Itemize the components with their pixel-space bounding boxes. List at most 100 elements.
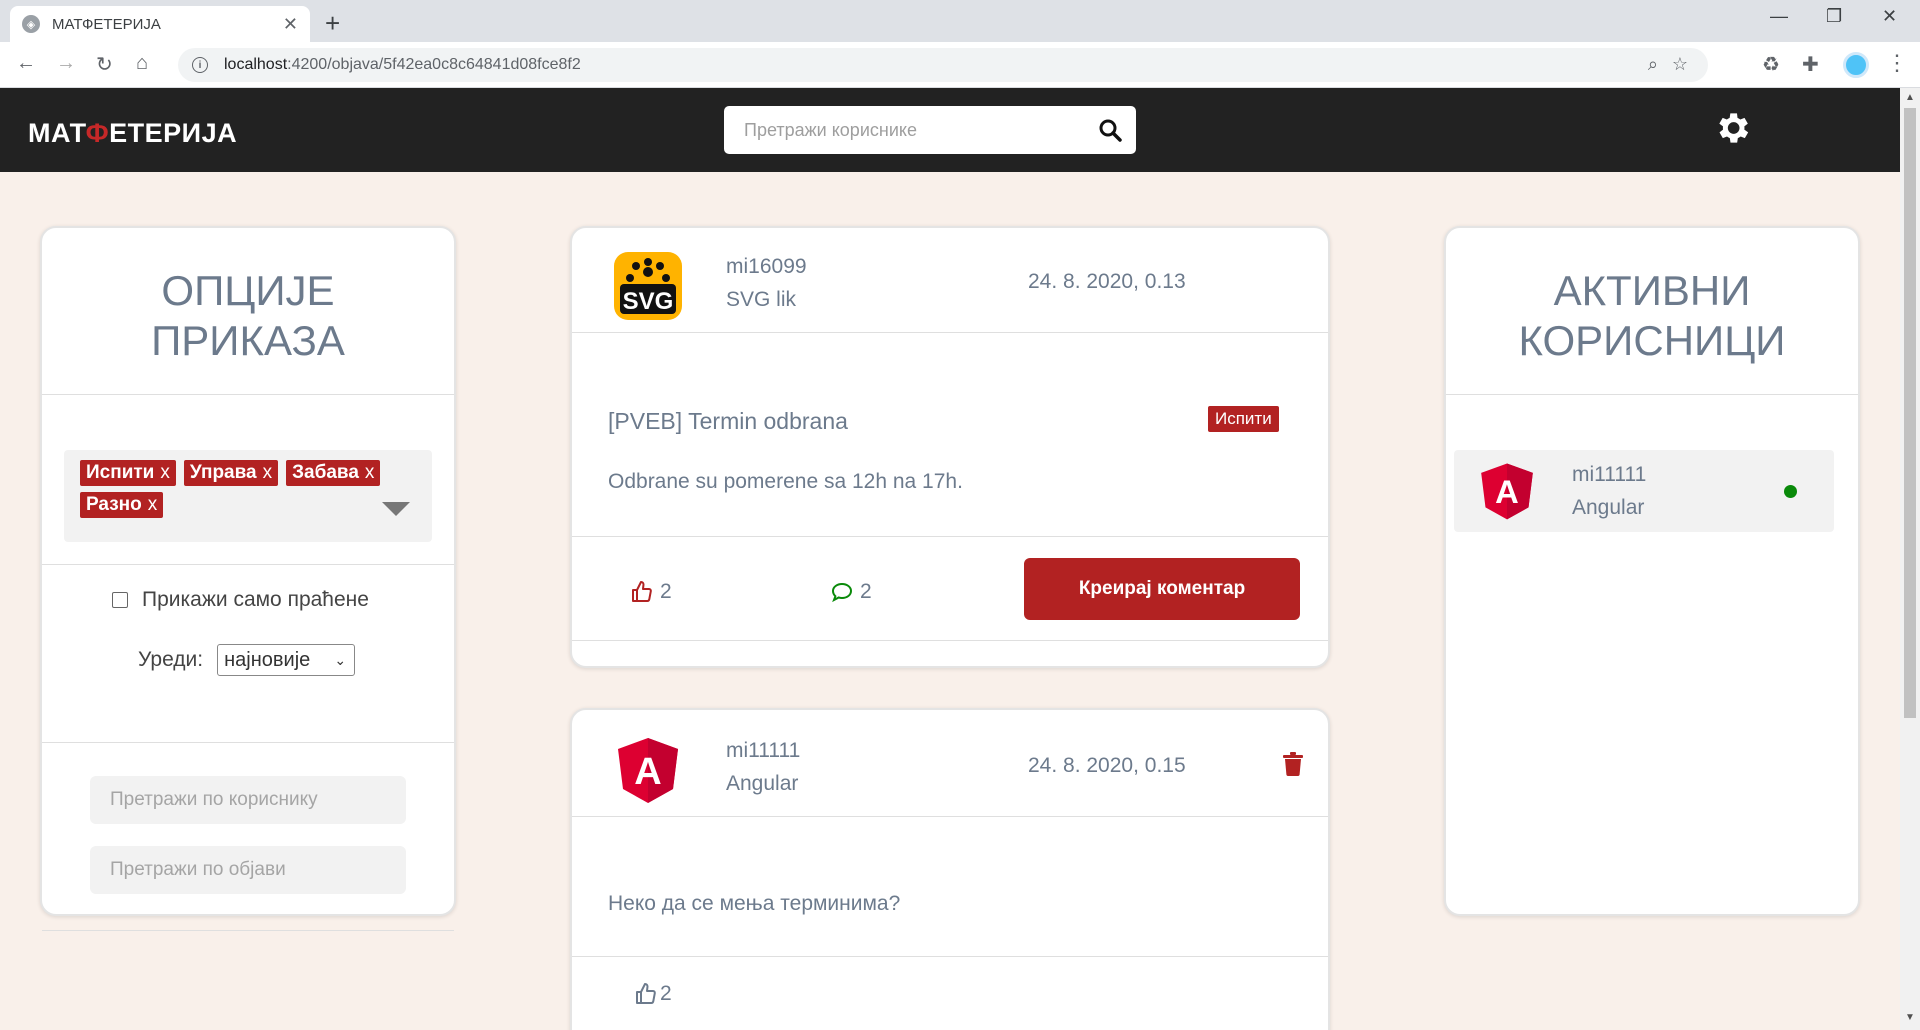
chip-remove-button[interactable]: x [148,494,158,515]
filter-chip[interactable]: Забава x [286,460,381,486]
avatar-text: SVG [623,288,674,315]
extensions-puzzle-icon[interactable]: ✚ [1802,52,1819,77]
logo-part: ЕТЕРИЈА [109,118,238,148]
divider [42,742,454,743]
active-user-item[interactable]: A mi11111 Angular [1454,450,1834,532]
chevron-down-icon: ⌄ [334,651,347,668]
profile-avatar[interactable] [1843,52,1869,78]
divider [1446,394,1858,395]
create-comment-button[interactable]: Креирај коментар [1024,558,1300,620]
sort-select[interactable]: најновије ⌄ [217,644,356,676]
followed-only-checkbox[interactable] [112,592,128,608]
chip-label: Разно [86,494,142,515]
divider [42,564,454,565]
scroll-down-arrow-icon[interactable]: ▼ [1905,1012,1915,1023]
comment-count: 2 [860,580,872,603]
zoom-icon[interactable]: ⌕ [1648,54,1658,75]
browser-tab-bar: ◈ МАТФЕТЕРИЈА ✕ + — ❐ ✕ [0,0,1920,42]
filter-chip[interactable]: Разно x [80,492,164,518]
logo-phi: Ф [85,118,110,148]
thumbs-up-icon [636,983,656,1004]
followed-only-toggle: Прикажи само праћене [112,588,369,612]
post-date: 24. 8. 2020, 0.13 [1028,270,1186,293]
post-card: A mi11111 Angular 24. 8. 2020, 0.15 Неко… [570,708,1330,1030]
user-search-bar [724,106,1136,154]
like-count: 2 [660,580,672,603]
settings-gear-icon[interactable] [1712,108,1752,148]
post-username: mi11111 [726,739,801,762]
post-author[interactable]: mi16099 SVG lik [726,250,807,316]
post-body: Odbrane su pomerene sa 12h na 17h. [608,470,963,493]
chip-label: Забава [292,462,359,483]
dropdown-arrow-icon[interactable] [382,502,410,516]
browser-tab[interactable]: ◈ МАТФЕТЕРИЈА ✕ [10,6,310,42]
app-logo[interactable]: МАТФЕТЕРИЈА [28,118,237,149]
tab-close-icon[interactable]: ✕ [283,14,298,35]
sort-label: Уреди: [138,648,204,671]
sort-value: најновије [224,648,311,671]
svg-logo-avatar-icon[interactable]: SVG [612,250,684,322]
url-path: :4200/objava/5f42ea0c8c64841d08fce8f2 [287,56,581,73]
angular-logo-avatar-icon[interactable]: A [612,734,684,806]
site-info-icon[interactable]: i [192,57,208,73]
site-favicon-icon: ◈ [22,15,40,33]
scroll-up-arrow-icon[interactable]: ▲ [1905,92,1915,103]
filter-chip[interactable]: Испити x [80,460,176,486]
chip-label: Испити [86,462,155,483]
thumbs-up-icon [632,581,652,602]
home-icon[interactable]: ⌂ [136,52,148,75]
post-author[interactable]: mi11111 Angular [726,734,800,800]
search-by-post-input[interactable]: Претражи по објави [90,846,406,894]
active-user-info: mi11111 Angular [1572,458,1646,524]
divider [572,956,1328,957]
post-card: SVG mi16099 SVG lik 24. 8. 2020, 0.13 [P… [570,226,1330,668]
chip-remove-button[interactable]: x [160,462,170,483]
post-category-tag[interactable]: Испити [1208,406,1279,432]
active-user-display-name: Angular [1572,496,1645,519]
active-user-username: mi11111 [1572,463,1647,486]
url-host: localhost [224,56,288,73]
chip-remove-button[interactable]: x [263,462,273,483]
angular-logo-avatar-icon: A [1481,463,1533,520]
like-count: 2 [660,982,672,1005]
post-display-name: Angular [726,772,799,795]
extension-recycle-icon[interactable]: ♻ [1762,52,1780,77]
trash-icon[interactable] [1282,752,1304,776]
avatar-text: A [634,751,661,793]
options-title-line2: ПРИКАЗА [151,317,345,364]
close-window-button[interactable]: ✕ [1882,6,1897,27]
page-scrollbar[interactable]: ▲ ▼ [1900,88,1920,1030]
restore-button[interactable]: ❐ [1826,6,1842,27]
online-status-dot [1784,485,1797,498]
back-icon[interactable]: ← [16,52,36,75]
divider [572,332,1328,333]
bookmark-star-icon[interactable]: ☆ [1672,54,1688,75]
tab-title: МАТФЕТЕРИЈА [52,15,161,33]
minimize-button[interactable]: — [1770,6,1788,27]
chip-remove-button[interactable]: x [365,462,375,483]
filter-chip[interactable]: Управа x [183,460,279,486]
browser-toolbar: ← → ↻ ⌂ i localhost:4200/objava/5f42ea0c… [0,42,1920,88]
divider [42,930,454,931]
sort-control: Уреди: најновије ⌄ [138,644,356,676]
comments-button[interactable]: 2 [830,580,872,604]
followed-only-label: Прикажи само праћене [142,588,369,611]
post-display-name: SVG lik [726,288,797,311]
post-title[interactable]: [PVEB] Termin odbrana [608,408,848,435]
scrollbar-thumb[interactable] [1904,108,1916,718]
comment-bubble-icon [831,582,853,603]
user-search-input[interactable] [744,119,1098,141]
search-icon[interactable] [1098,118,1122,142]
search-by-user-input[interactable]: Претражи по кориснику [90,776,406,824]
forward-icon[interactable]: → [56,52,76,75]
browser-menu-icon[interactable]: ⋮ [1886,50,1908,76]
like-button[interactable]: 2 [634,982,672,1006]
new-tab-button[interactable]: + [325,8,340,39]
display-options-panel: ОПЦИЈЕ ПРИКАЗА Испити x Управа x Забава x Раз… [40,226,456,916]
address-bar[interactable]: i localhost:4200/objava/5f42ea0c8c64841d… [178,48,1708,82]
category-filter-select[interactable]: Испити x Управа x Забава x Разно x [64,450,432,542]
like-button[interactable]: 2 [630,580,672,604]
chip-label: Управа [189,462,257,483]
post-username: mi16099 [726,255,807,278]
reload-icon[interactable]: ↻ [96,52,113,77]
